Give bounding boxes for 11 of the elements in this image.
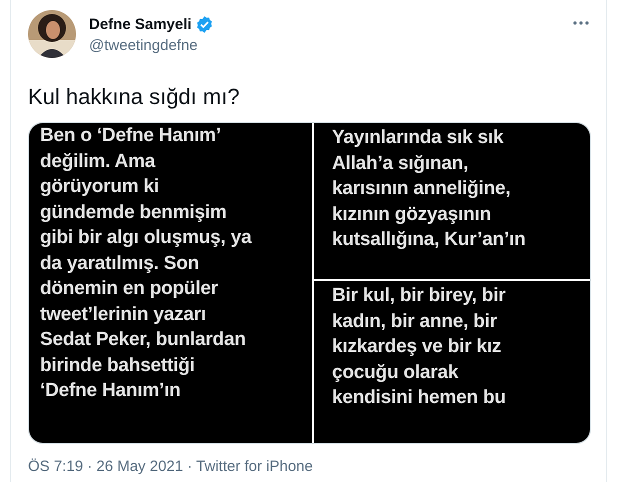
image-panel[interactable]: Yayınlarında sık sık Allah’a sığınan, karısının anneliğine, kızının gözyaşının kutsallığına, Kur’an’ın [314, 123, 590, 279]
avatar[interactable] [28, 10, 76, 58]
tweet-meta: ÖS 7:19 · 26 May 2021 · Twitter for iPhone [28, 458, 314, 475]
image-panel[interactable]: Bir kul, bir birey, bir kadın, bir anne, bir kızkardeş ve bir kız çocuğu olarak kendisini hemen bu [314, 281, 590, 443]
author-name[interactable]: Defne Samyeli [89, 16, 192, 33]
image-text: Bir kul, bir birey, bir kadın, bir anne, bir kızkardeş ve bir kız çocuğu olarak kendisini hemen bu [332, 284, 507, 410]
author-handle[interactable]: @tweetingdefne [89, 37, 558, 54]
image-panel[interactable] [29, 123, 312, 443]
image-text: Ben o ‘Defne Hanım’ değilim. Ama görüyorum ki gündemde benmişim gibi bir algı oluşmuş, ya da yaratılmış. Son dönemin en popüler tweet’lerinin yazarı Sedat Peker, bunlardan birinde bahsettiği ‘Defne Hanım’ın [40, 124, 253, 403]
image-text: Yayınlarında sık sık Allah’a sığınan, karısının anneliğine, kızının gözyaşının kutsallığına, Kur’an’ın [332, 126, 527, 252]
tweet-text: Kul hakkına sığdı mı? [28, 84, 241, 110]
